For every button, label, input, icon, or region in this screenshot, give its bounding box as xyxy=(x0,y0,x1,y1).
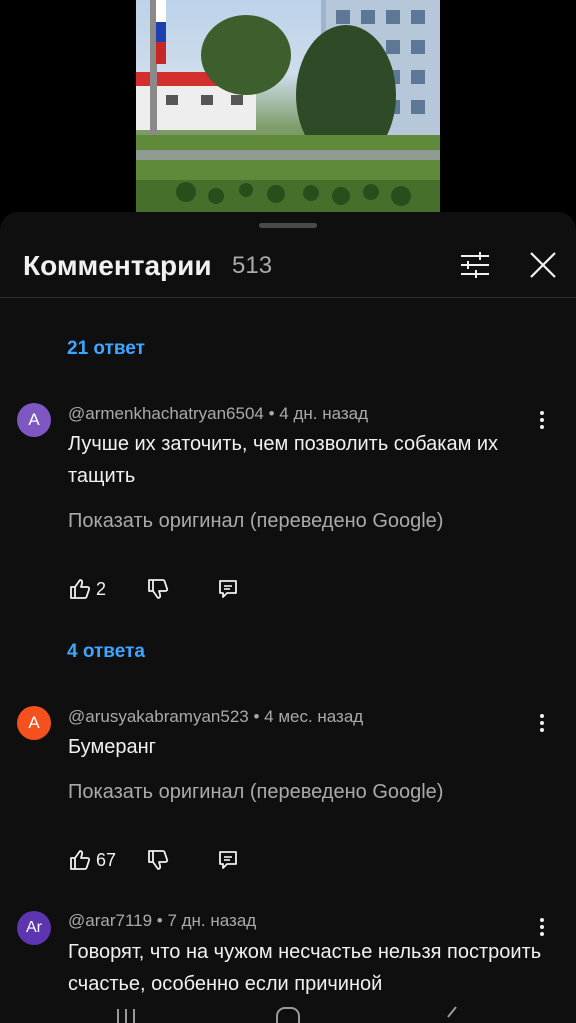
like-button[interactable] xyxy=(68,577,92,606)
comment-meta[interactable]: @armenkhachatryan6504 • 4 дн. назад xyxy=(68,404,368,424)
close-button[interactable] xyxy=(526,248,560,282)
thumbs-up-icon xyxy=(70,850,91,870)
video-frame[interactable] xyxy=(136,0,440,212)
comments-header: Комментарии 513 xyxy=(0,236,576,298)
comment-reply-icon xyxy=(219,851,237,869)
comments-title: Комментарии xyxy=(23,250,212,281)
view-replies-link[interactable]: 21 ответ xyxy=(67,338,145,360)
comment-text: Лучше их заточить, чем позволить собакам… xyxy=(68,433,499,487)
comments-panel: Комментарии 513 21 ответ A @armenkhachat… xyxy=(0,212,576,1023)
like-count: 2 xyxy=(96,579,107,599)
reply-button[interactable] xyxy=(216,577,240,606)
comment-text: Бумеранг xyxy=(68,736,156,758)
thumbs-up-icon xyxy=(70,579,91,599)
video-scene xyxy=(136,0,440,212)
close-icon xyxy=(530,252,556,278)
dislike-button[interactable] xyxy=(146,848,170,877)
video-player[interactable] xyxy=(0,0,576,212)
nav-buttons xyxy=(117,1006,457,1023)
home-icon xyxy=(276,1007,300,1023)
like-button[interactable] xyxy=(68,848,92,877)
system-nav-bar xyxy=(0,1003,576,1023)
thumbs-down-icon xyxy=(148,850,169,870)
avatar[interactable]: A xyxy=(17,706,51,740)
back-icon xyxy=(447,1006,457,1018)
show-original-link[interactable]: Показать оригинал (переведено Google) xyxy=(68,781,443,804)
sort-filter-button[interactable] xyxy=(458,248,492,282)
drag-handle[interactable] xyxy=(259,223,317,228)
reply-button[interactable] xyxy=(216,848,240,877)
comments-count: 513 xyxy=(232,252,273,279)
thumbs-down-icon xyxy=(148,579,169,599)
dislike-button[interactable] xyxy=(146,577,170,606)
show-original-link[interactable]: Показать оригинал (переведено Google) xyxy=(68,510,443,533)
like-count: 67 xyxy=(96,850,117,870)
view-replies-link[interactable]: 4 ответа xyxy=(67,641,145,663)
avatar[interactable]: Ar xyxy=(17,911,51,945)
comment-reply-icon xyxy=(219,580,237,598)
comment-meta[interactable]: @arusyakabramyan523 • 4 мес. назад xyxy=(68,707,363,727)
avatar[interactable]: A xyxy=(17,403,51,437)
comment-text: Говорят, что на чужом несчастье нельзя п… xyxy=(68,941,542,995)
comment-meta[interactable]: @arar7119 • 7 дн. назад xyxy=(68,911,256,931)
sliders-icon xyxy=(461,252,489,278)
